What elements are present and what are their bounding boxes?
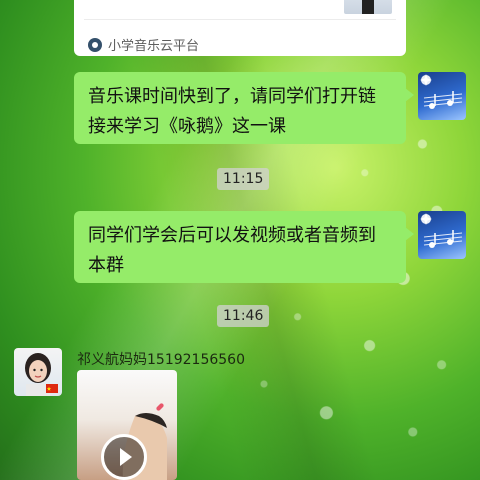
- music-notes-avatar[interactable]: [418, 72, 466, 120]
- play-button[interactable]: [101, 434, 147, 480]
- timestamp: 11:46: [217, 305, 270, 327]
- person-photo-icon: [25, 353, 58, 396]
- link-source-label: 小学音乐云平台: [108, 39, 200, 54]
- music-notes-avatar[interactable]: [418, 211, 466, 259]
- play-icon: [120, 448, 132, 466]
- card-divider: [84, 19, 396, 20]
- music-note-icon: [420, 213, 463, 248]
- sender-name: 祁义航妈妈15192156560: [77, 352, 245, 368]
- link-source: 小学音乐云平台: [88, 35, 199, 54]
- child-photo-avatar[interactable]: [14, 348, 62, 396]
- message-bubble[interactable]: 音乐课时间快到了，请同学们打开链接来学习《咏鹅》这一课: [74, 72, 414, 144]
- music-note-icon: [420, 74, 463, 109]
- message-bubble[interactable]: 同学们学会后可以发视频或者音频到本群: [74, 211, 414, 283]
- mini-program-icon: [88, 37, 102, 52]
- message-text: 音乐课时间快到了，请同学们打开链接来学习《咏鹅》这一课: [88, 86, 376, 137]
- link-thumbnail: [344, 0, 392, 14]
- video-message[interactable]: [77, 370, 177, 480]
- message-text: 同学们学会后可以发视频或者音频到本群: [88, 225, 376, 276]
- timestamp: 11:15: [217, 168, 270, 190]
- link-card[interactable]: 小学音乐云平台: [74, 0, 406, 56]
